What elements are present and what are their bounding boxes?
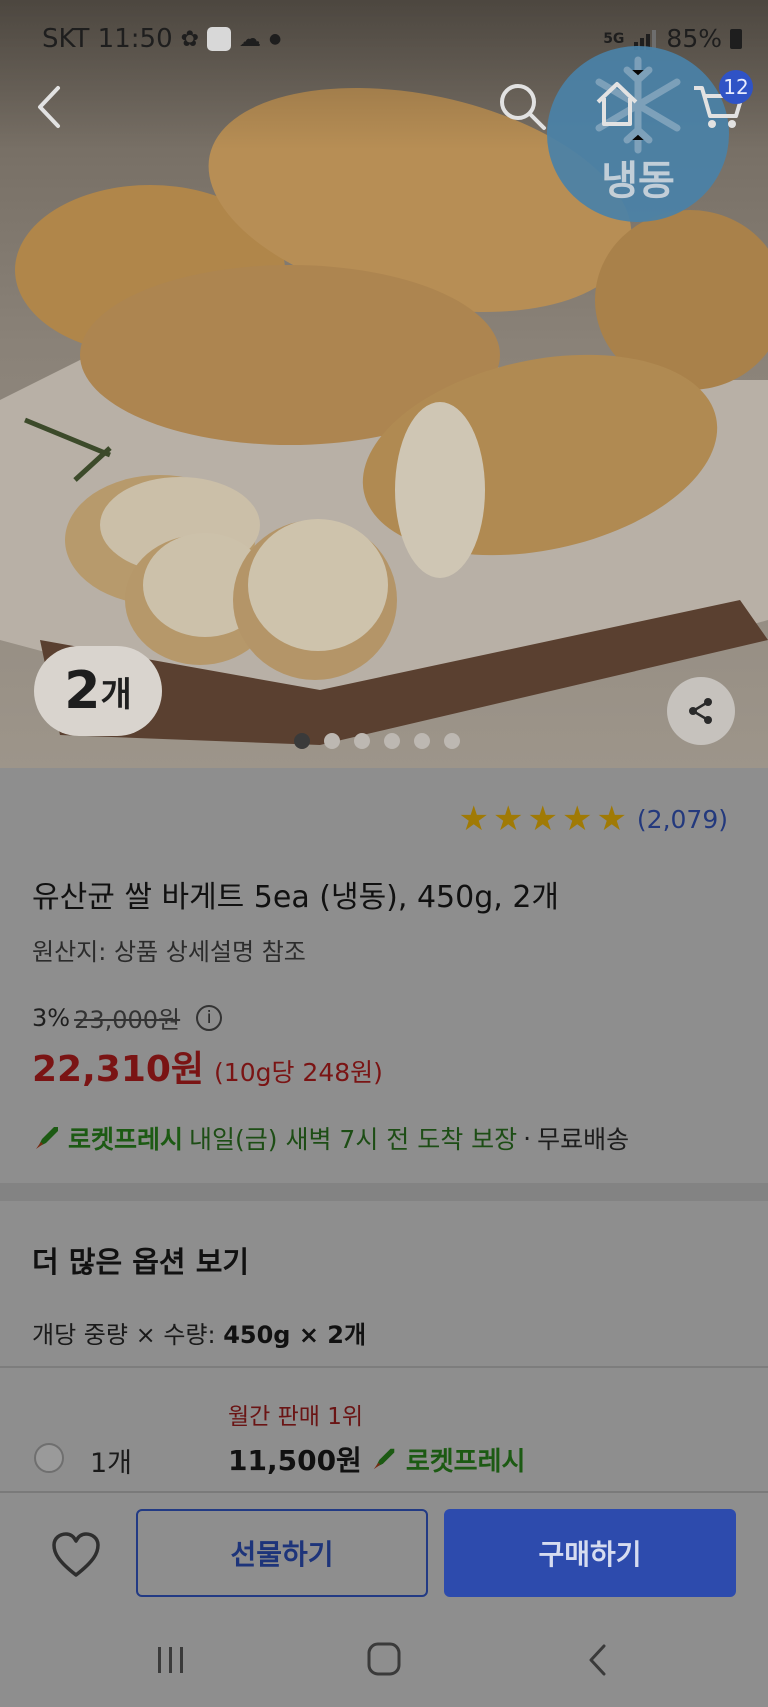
star-icon: ★ bbox=[492, 799, 524, 839]
carousel-dot[interactable] bbox=[354, 733, 370, 749]
rocket-fresh-label: 로켓프레시 bbox=[68, 1125, 184, 1154]
options-section: 더 많은 옵션 보기 개당 중량 × 수량: 450g × 2개 월간 판매 1… bbox=[0, 1201, 768, 1499]
delivery-info: 로켓프레시 내일(금) 새벽 7시 전 도착 보장 · 무료배송 bbox=[32, 1120, 629, 1156]
buy-button[interactable]: 구매하기 bbox=[444, 1509, 736, 1597]
battery-icon bbox=[730, 28, 742, 49]
carousel-dot[interactable] bbox=[414, 733, 430, 749]
system-back-icon[interactable] bbox=[586, 1643, 610, 1677]
options-heading[interactable]: 더 많은 옵션 보기 bbox=[32, 1239, 249, 1281]
heart-icon[interactable] bbox=[50, 1531, 102, 1579]
cloud-icon: ☁ bbox=[239, 26, 262, 52]
discount-percent: 3% bbox=[32, 1003, 71, 1032]
system-navigation-bar bbox=[0, 1611, 768, 1707]
carousel-dot[interactable] bbox=[324, 733, 340, 749]
option-spec-label: 개당 중량 × 수량: bbox=[32, 1321, 216, 1349]
info-icon[interactable]: i bbox=[196, 1004, 223, 1031]
rocket-icon bbox=[373, 1448, 395, 1470]
gift-button[interactable]: 선물하기 bbox=[136, 1509, 428, 1597]
star-icon: ★ bbox=[561, 799, 593, 839]
home-icon[interactable] bbox=[592, 78, 642, 130]
delivery-text: 내일(금) 새벽 7시 전 도착 보장 bbox=[189, 1125, 518, 1154]
share-icon bbox=[689, 698, 712, 724]
product-title: 유산균 쌀 바게트 5ea (냉동), 450g, 2개 bbox=[32, 880, 560, 915]
carousel-dot[interactable] bbox=[444, 733, 460, 749]
status-left: SKT 11:50 ✿ ☁ ● bbox=[42, 24, 281, 54]
review-count[interactable]: (2,079) bbox=[637, 805, 728, 834]
bottom-action-bar: 선물하기 구매하기 bbox=[0, 1491, 768, 1613]
unit-price: (10g당 248원) bbox=[214, 1058, 383, 1087]
product-origin: 원산지: 상품 상세설명 참조 bbox=[32, 938, 306, 966]
frozen-label: 냉동 bbox=[601, 158, 675, 204]
quantity-badge: 2 개 bbox=[34, 646, 162, 736]
option-radio[interactable] bbox=[34, 1443, 64, 1473]
section-divider bbox=[0, 1183, 768, 1201]
option-price: 11,500원 bbox=[228, 1444, 362, 1477]
quantity-number: 2 bbox=[64, 661, 101, 721]
search-icon[interactable] bbox=[496, 80, 548, 132]
notification-icon: ✿ bbox=[180, 26, 200, 52]
sale-price: 22,310원 bbox=[32, 1049, 205, 1090]
option-spec: 개당 중량 × 수량: 450g × 2개 bbox=[32, 1315, 366, 1350]
option-price-row: 11,500원 로켓프레시 bbox=[228, 1439, 525, 1479]
free-shipping: 무료배송 bbox=[537, 1125, 630, 1154]
home-button-icon[interactable] bbox=[366, 1641, 402, 1677]
option-divider bbox=[0, 1366, 768, 1368]
option-rocket-label: 로켓프레시 bbox=[405, 1446, 526, 1477]
price-row: 22,310원 (10g당 248원) bbox=[32, 1040, 383, 1092]
star-icon: ★ bbox=[596, 799, 627, 839]
rating[interactable]: ★ ★ ★ ★ ★ (2,079) bbox=[459, 802, 729, 836]
discount-row: 3% 23,000원 i bbox=[32, 1000, 223, 1035]
frozen-badge: 냉동 bbox=[547, 46, 729, 222]
share-button[interactable] bbox=[667, 677, 735, 745]
delivery-separator: · bbox=[523, 1123, 532, 1153]
carrier-time: SKT 11:50 bbox=[42, 24, 173, 54]
product-info: ★ ★ ★ ★ ★ (2,079) 유산균 쌀 바게트 5ea (냉동), 45… bbox=[0, 768, 768, 1183]
dot-icon: ● bbox=[269, 31, 282, 47]
star-icon: ★ bbox=[458, 799, 489, 839]
original-price: 23,000원 bbox=[74, 1006, 181, 1034]
option-rank: 월간 판매 1위 bbox=[228, 1404, 364, 1430]
star-icon: ★ bbox=[527, 799, 558, 839]
app-icon bbox=[207, 27, 232, 51]
cart-count-badge: 12 bbox=[719, 70, 753, 104]
carousel-dot[interactable] bbox=[384, 733, 400, 749]
carousel-indicator bbox=[294, 733, 460, 749]
rocket-icon bbox=[36, 1127, 58, 1149]
recent-apps-icon[interactable] bbox=[154, 1645, 188, 1675]
quantity-unit: 개 bbox=[100, 674, 132, 715]
network-label: 5G bbox=[603, 30, 625, 47]
option-quantity[interactable]: 1개 bbox=[90, 1441, 132, 1480]
battery-percent: 85% bbox=[666, 24, 722, 53]
back-icon[interactable] bbox=[30, 82, 70, 132]
option-spec-value: 450g × 2개 bbox=[223, 1321, 367, 1349]
carousel-dot[interactable] bbox=[294, 733, 310, 749]
